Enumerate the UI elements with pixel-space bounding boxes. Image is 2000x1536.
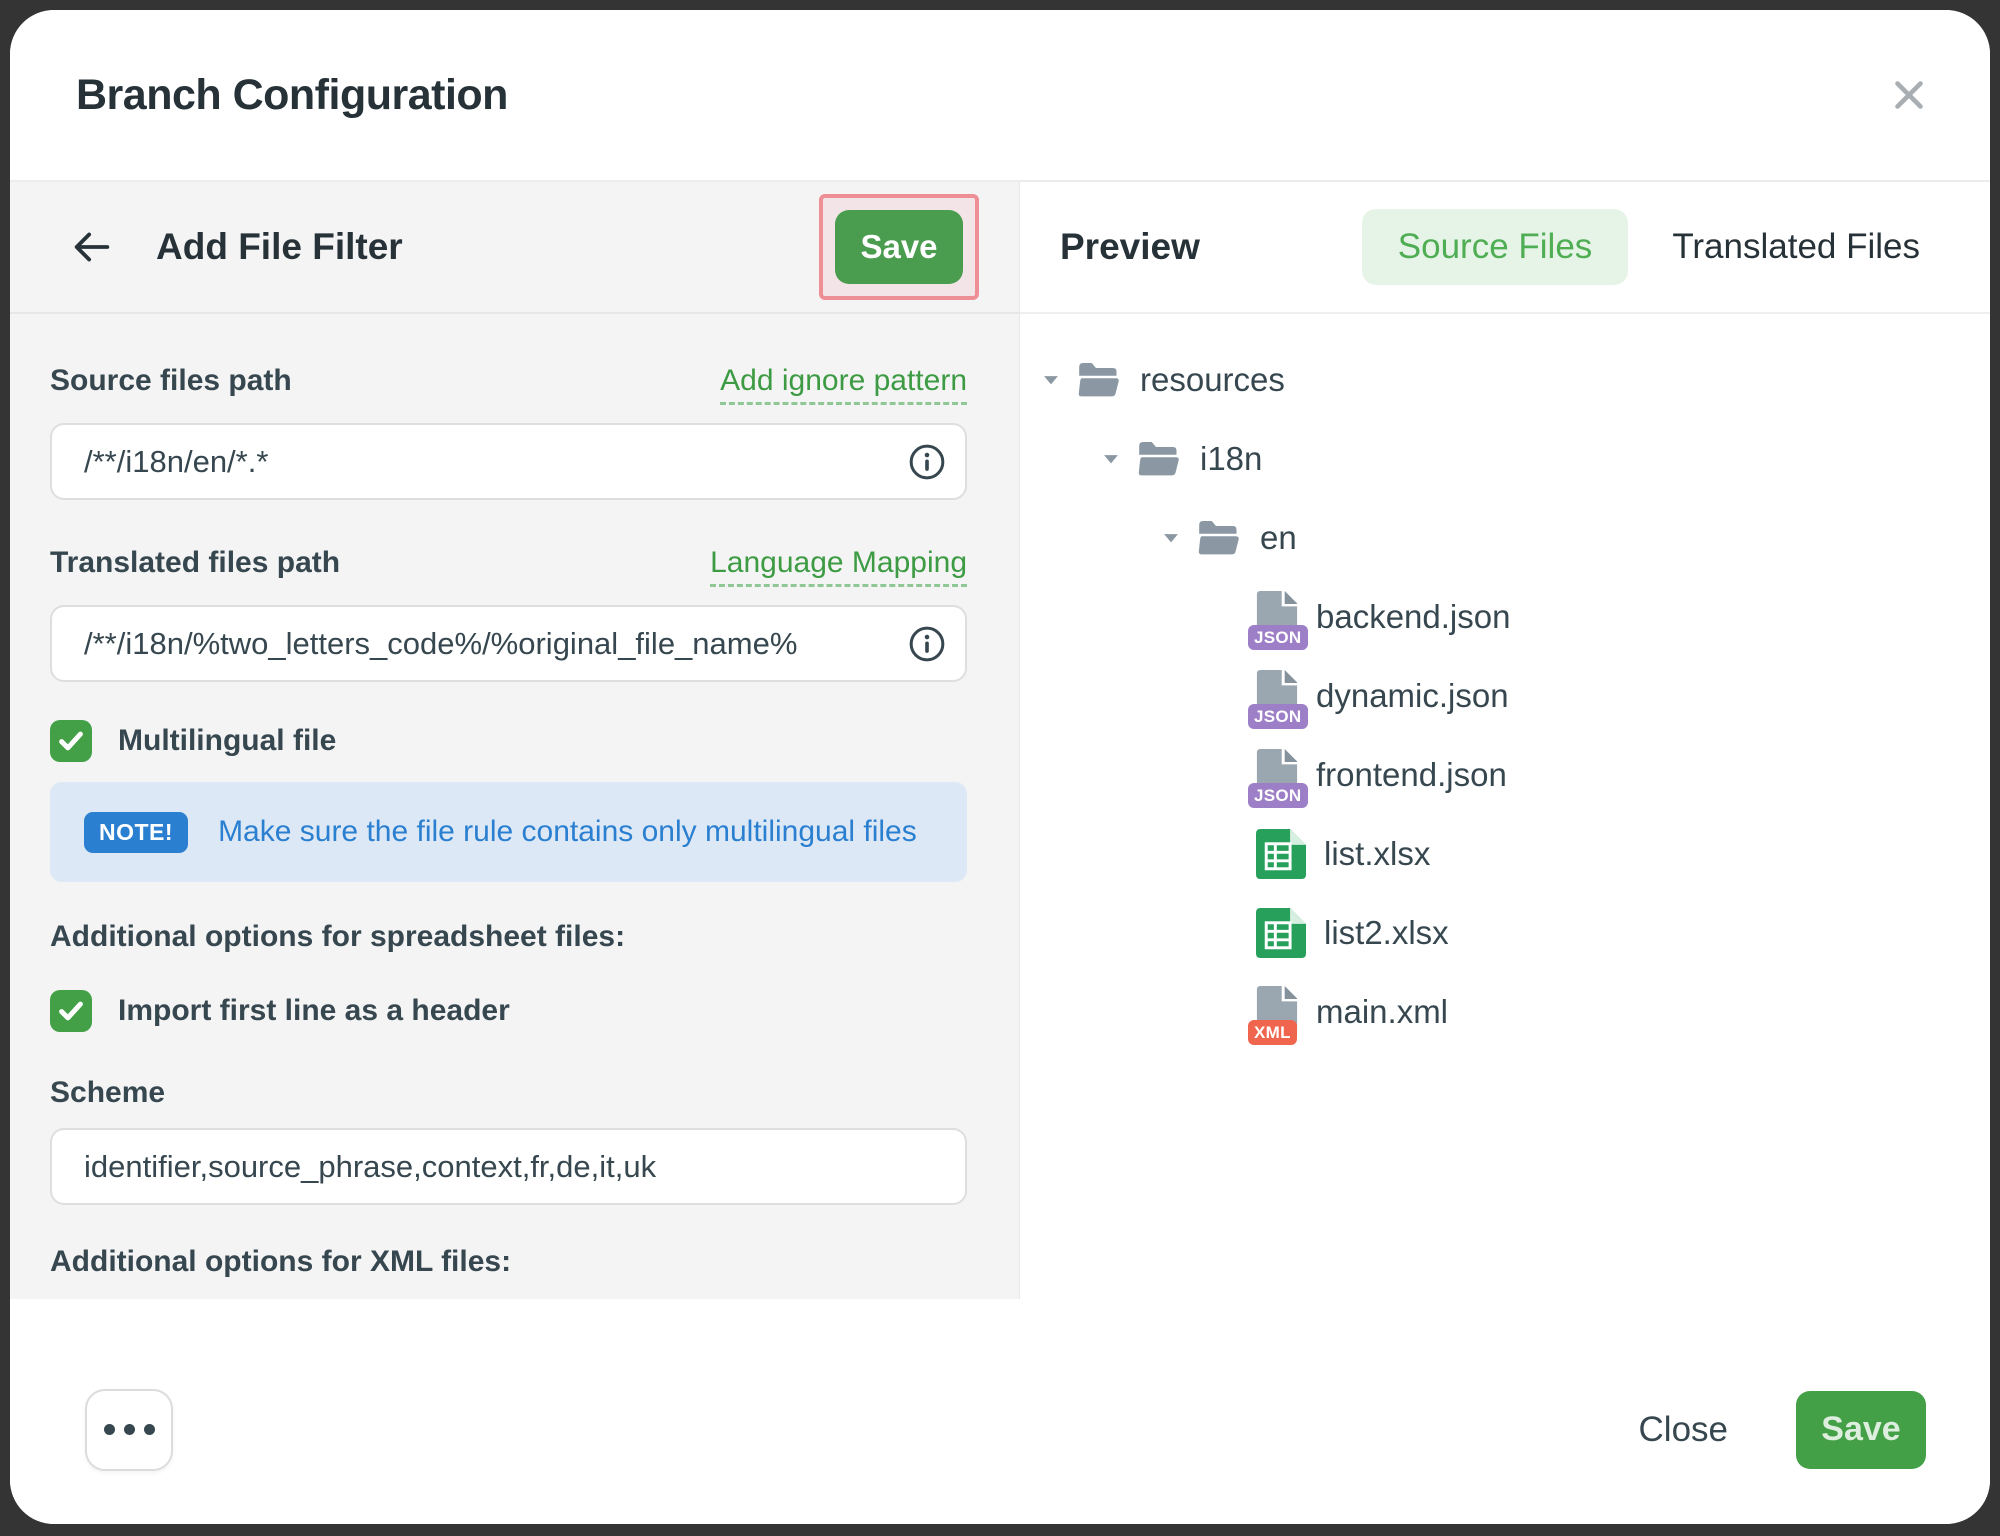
tree-item-label: dynamic.json [1316,677,1509,715]
modal-content: Add File Filter Save Source files path A… [10,182,1990,1299]
language-mapping-link[interactable]: Language Mapping [710,546,967,587]
preview-header: Preview Source Files Translated Files [1020,182,1990,314]
tree-item-label: resources [1140,361,1285,399]
json-badge: JSON [1248,704,1308,729]
tree-item-label: frontend.json [1316,756,1507,794]
caret-down-icon[interactable] [1098,448,1124,470]
json-file-icon: JSON [1256,670,1298,722]
modal-titlebar: Branch Configuration [10,10,1990,182]
tree-item-label: backend.json [1316,598,1510,636]
multilingual-file-checkbox[interactable] [50,720,92,762]
xlsx-file-icon [1256,829,1306,879]
spreadsheet-options-heading: Additional options for spreadsheet files… [50,920,967,954]
ellipsis-icon [104,1424,115,1435]
file-tree: resources i18n [1020,314,1990,1051]
json-badge: JSON [1248,625,1308,650]
info-icon[interactable] [907,624,947,664]
close-button[interactable]: Close [1633,1409,1734,1451]
note-badge: NOTE! [84,812,188,853]
ellipsis-icon [124,1424,135,1435]
filter-save-button[interactable]: Save [835,210,963,284]
translated-files-path-label: Translated files path [50,546,340,580]
xml-options-heading: Additional options for XML files: [50,1245,967,1279]
back-arrow-icon[interactable] [68,223,116,271]
note-text: Make sure the file rule contains only mu… [218,815,917,849]
json-badge: JSON [1248,783,1308,808]
import-first-line-checkbox[interactable] [50,990,92,1032]
file-filter-form: Source files path Add ignore pattern [10,314,1019,1299]
translated-files-path-input[interactable] [50,605,967,682]
add-ignore-pattern-link[interactable]: Add ignore pattern [720,364,967,405]
tree-item-file[interactable]: JSON dynamic.json [1020,656,1990,735]
tree-item-label: i18n [1200,440,1262,478]
modal-save-button[interactable]: Save [1796,1391,1926,1469]
json-file-icon: JSON [1256,591,1298,643]
modal-footer: Close Save [10,1299,1990,1524]
scheme-label: Scheme [50,1076,967,1110]
caret-down-icon[interactable] [1158,527,1184,549]
multilingual-note: NOTE! Make sure the file rule contains o… [50,782,967,882]
close-icon[interactable] [1886,72,1932,118]
xml-badge: XML [1248,1020,1297,1045]
tree-item-label: en [1260,519,1297,557]
ellipsis-icon [144,1424,155,1435]
tree-item-file[interactable]: JSON frontend.json [1020,735,1990,814]
scheme-field [50,1128,967,1205]
tree-item-file[interactable]: JSON backend.json [1020,577,1990,656]
tree-item-resources[interactable]: resources [1020,340,1990,419]
tree-item-label: main.xml [1316,993,1448,1031]
branch-configuration-modal: Branch Configuration Add File Filter [10,10,1990,1524]
multilingual-file-row: Multilingual file [50,720,967,762]
screen-background: Branch Configuration Add File Filter [0,0,2000,1536]
file-filter-panel: Add File Filter Save Source files path A… [10,182,1020,1299]
source-files-path-field [50,423,967,500]
tree-item-label: list2.xlsx [1324,914,1449,952]
modal-title: Branch Configuration [76,71,1886,120]
save-button-highlight: Save [819,194,979,300]
tree-item-file[interactable]: list2.xlsx [1020,893,1990,972]
tree-item-i18n[interactable]: i18n [1020,419,1990,498]
multilingual-file-label: Multilingual file [118,724,336,758]
tab-translated-files[interactable]: Translated Files [1672,209,1920,285]
info-icon[interactable] [907,442,947,482]
xlsx-file-icon [1256,908,1306,958]
import-first-line-row: Import first line as a header [50,990,967,1032]
import-first-line-label: Import first line as a header [118,994,510,1028]
tree-item-file[interactable]: list.xlsx [1020,814,1990,893]
tree-item-label: list.xlsx [1324,835,1430,873]
json-file-icon: JSON [1256,749,1298,801]
folder-icon [1136,439,1182,479]
tree-item-en[interactable]: en [1020,498,1990,577]
caret-down-icon[interactable] [1038,369,1064,391]
preview-tabs: Source Files Translated Files [1362,209,1920,285]
tree-item-file[interactable]: XML main.xml [1020,972,1990,1051]
folder-icon [1196,518,1242,558]
xml-file-icon: XML [1256,986,1298,1038]
filter-header-title: Add File Filter [156,226,819,268]
translated-files-path-field [50,605,967,682]
scheme-input[interactable] [50,1128,967,1205]
folder-icon [1076,360,1122,400]
preview-panel: Preview Source Files Translated Files [1020,182,1990,1299]
source-files-path-input[interactable] [50,423,967,500]
file-filter-header: Add File Filter Save [10,182,1019,314]
tab-source-files[interactable]: Source Files [1362,209,1629,285]
source-files-path-label: Source files path [50,364,292,398]
more-options-button[interactable] [85,1389,173,1471]
preview-title: Preview [1060,226,1362,268]
